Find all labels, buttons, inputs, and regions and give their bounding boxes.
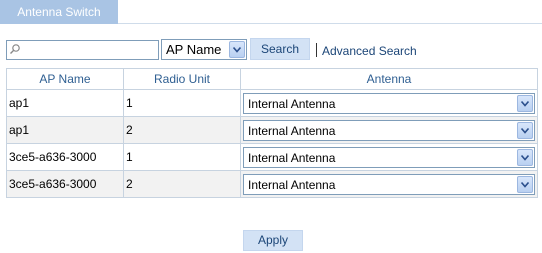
- column-header-radio-unit: Radio Unit: [123, 68, 241, 90]
- search-button[interactable]: Search: [250, 38, 310, 60]
- ap-name-cell: ap1: [6, 89, 124, 117]
- search-icon: [10, 44, 20, 54]
- table-row: 3ce5-a636-3000 1 Internal Antenna: [6, 143, 538, 171]
- antenna-select-value: Internal Antenna: [248, 150, 336, 165]
- separator: [316, 43, 317, 57]
- tab-strip: Antenna Switch: [0, 0, 542, 24]
- ap-name-cell: ap1: [6, 116, 124, 144]
- ap-name-cell: 3ce5-a636-3000: [6, 170, 124, 198]
- column-header-ap-name: AP Name: [6, 68, 124, 90]
- chevron-down-icon[interactable]: [517, 175, 533, 193]
- antenna-select[interactable]: Internal Antenna: [243, 119, 535, 141]
- radio-unit-cell: 2: [123, 116, 241, 144]
- chevron-down-icon[interactable]: [517, 121, 533, 139]
- search-box[interactable]: [6, 40, 159, 60]
- radio-unit-cell: 2: [123, 170, 241, 198]
- search-field-value: AP Name: [166, 42, 222, 57]
- search-field-select[interactable]: AP Name: [161, 39, 247, 60]
- antenna-select[interactable]: Internal Antenna: [243, 146, 535, 168]
- search-bar: AP Name Search Advanced Search: [6, 38, 542, 60]
- table-header-row: AP Name Radio Unit Antenna: [6, 68, 538, 90]
- table-row: ap1 2 Internal Antenna: [6, 116, 538, 144]
- column-header-antenna: Antenna: [240, 68, 538, 90]
- search-input[interactable]: [23, 42, 157, 58]
- antenna-cell: Internal Antenna: [240, 143, 538, 171]
- antenna-table: AP Name Radio Unit Antenna ap1 1 Interna…: [6, 68, 538, 198]
- chevron-down-icon[interactable]: [229, 41, 245, 58]
- antenna-select[interactable]: Internal Antenna: [243, 92, 535, 114]
- radio-unit-cell: 1: [123, 89, 241, 117]
- antenna-select[interactable]: Internal Antenna: [243, 173, 535, 195]
- ap-name-cell: 3ce5-a636-3000: [6, 143, 124, 171]
- advanced-search-link[interactable]: Advanced Search: [322, 44, 417, 58]
- antenna-cell: Internal Antenna: [240, 116, 538, 144]
- tab-antenna-switch[interactable]: Antenna Switch: [0, 0, 118, 24]
- antenna-select-value: Internal Antenna: [248, 96, 336, 111]
- antenna-select-value: Internal Antenna: [248, 123, 336, 138]
- apply-button[interactable]: Apply: [243, 230, 303, 251]
- table-row: 3ce5-a636-3000 2 Internal Antenna: [6, 170, 538, 198]
- antenna-cell: Internal Antenna: [240, 89, 538, 117]
- radio-unit-cell: 1: [123, 143, 241, 171]
- chevron-down-icon[interactable]: [517, 94, 533, 112]
- table-row: ap1 1 Internal Antenna: [6, 89, 538, 117]
- antenna-select-value: Internal Antenna: [248, 177, 336, 192]
- chevron-down-icon[interactable]: [517, 148, 533, 166]
- antenna-cell: Internal Antenna: [240, 170, 538, 198]
